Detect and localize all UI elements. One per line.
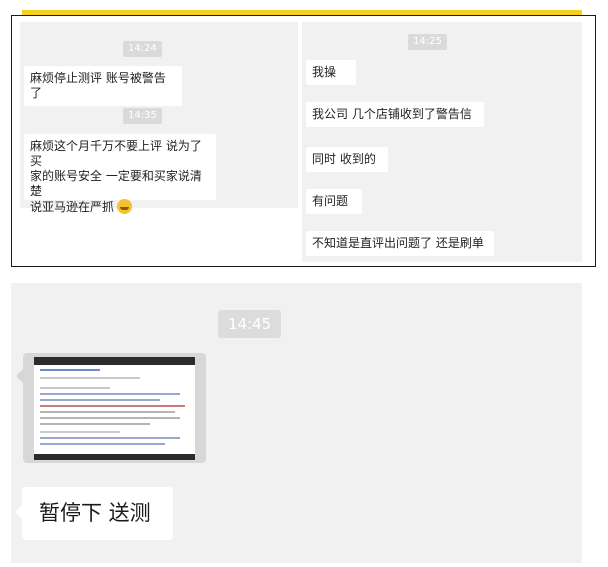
timestamp: 14:35 bbox=[123, 108, 162, 124]
message-text: 暂停下 送测 bbox=[39, 501, 151, 525]
grinning-sweat-face-icon bbox=[117, 199, 133, 214]
chat-message: 有问题 bbox=[306, 189, 362, 214]
message-line: 说亚马逊在严抓 bbox=[30, 199, 210, 215]
message-line: 家的账号安全 一定要和买家说清楚 bbox=[30, 169, 202, 198]
warning-letter-thumbnail[interactable] bbox=[34, 357, 195, 460]
right-chat-pane: 14:25 我操 我公司 几个店铺收到了警告信 同时 收到的 有问题 不知道是直… bbox=[302, 22, 582, 262]
chat-message: 麻烦这个月千万不要上评 说为了买 家的账号安全 一定要和买家说清楚 说亚马逊在严… bbox=[24, 134, 216, 214]
left-chat-pane: 14:24 麻烦停止测评 账号被警告了 14:35 麻烦这个月千万不要上评 说为… bbox=[20, 22, 298, 214]
timestamp: 14:24 bbox=[123, 41, 162, 57]
chat-message: 不知道是直评出问题了 还是刷单 bbox=[306, 231, 494, 256]
chat-message: 同时 收到的 bbox=[306, 147, 388, 172]
chat-message: 我操 bbox=[306, 60, 356, 85]
message-text: 说亚马逊在严抓 bbox=[30, 200, 115, 214]
chat-message: 麻烦停止测评 账号被警告了 bbox=[24, 66, 182, 106]
chat-message-large: 暂停下 送测 bbox=[15, 487, 173, 540]
message-line: 麻烦这个月千万不要上评 说为了买 bbox=[30, 139, 202, 168]
timestamp: 14:25 bbox=[408, 34, 447, 50]
timestamp: 14:45 bbox=[218, 310, 282, 338]
chat-message: 我公司 几个店铺收到了警告信 bbox=[306, 102, 484, 127]
image-message[interactable] bbox=[16, 353, 206, 463]
